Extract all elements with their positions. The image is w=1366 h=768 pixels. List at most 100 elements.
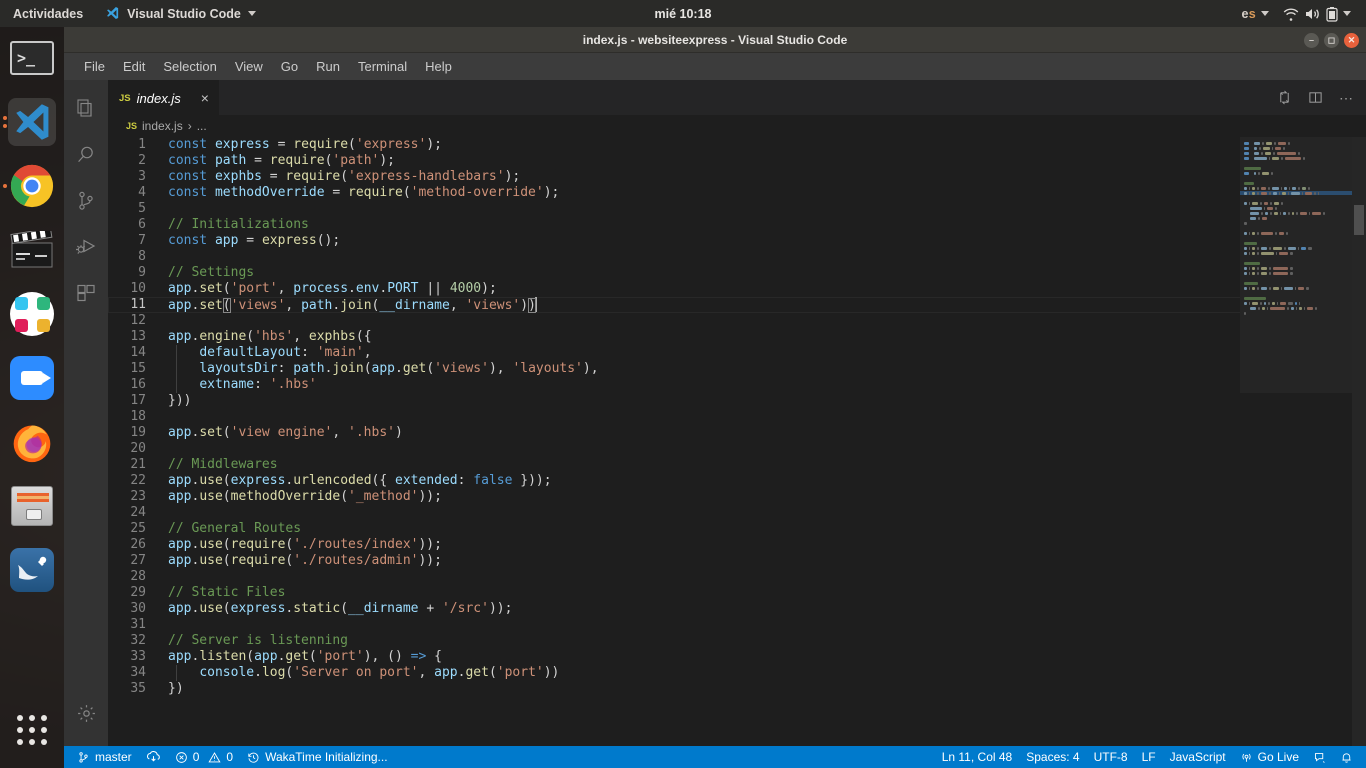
sidebar-item-extensions[interactable] (64, 270, 108, 316)
code-line[interactable]: 26 app.use(require('./routes/index')); (108, 537, 1366, 553)
status-eol[interactable]: LF (1135, 746, 1163, 768)
code-line[interactable]: 14 defaultLayout: 'main', (108, 345, 1366, 361)
code-line[interactable]: 20 (108, 441, 1366, 457)
sidebar-item-manage[interactable] (64, 690, 108, 736)
sidebar-item-explorer[interactable] (64, 86, 108, 132)
menu-view[interactable]: View (226, 57, 272, 76)
dock-item-zoom[interactable] (8, 354, 56, 402)
dock-item-google-chrome[interactable] (3, 162, 56, 210)
status-bar: master 0 0 WakaTime Initializing... Ln 1… (64, 746, 1366, 768)
code-line[interactable]: 19 app.set('view engine', '.hbs') (108, 425, 1366, 441)
status-indentation[interactable]: Spaces: 4 (1019, 746, 1086, 768)
code-line[interactable]: 29 // Static Files (108, 585, 1366, 601)
maximize-button[interactable]: ◻ (1324, 32, 1339, 48)
layout-icon[interactable] (1308, 90, 1323, 105)
code-line[interactable]: 25 // General Routes (108, 521, 1366, 537)
code-editor[interactable]: 1 const express = require('express'); 2 con… (108, 137, 1366, 746)
code-line[interactable]: 5 (108, 201, 1366, 217)
code-line[interactable]: 24 (108, 505, 1366, 521)
sidebar-item-search[interactable] (64, 132, 108, 178)
code-line[interactable]: 7 const app = express(); (108, 233, 1366, 249)
source-control-icon (74, 189, 98, 213)
editor-vertical-scrollbar[interactable] (1352, 137, 1366, 746)
minimize-button[interactable]: – (1304, 32, 1319, 48)
split-editor-icon[interactable] (1277, 90, 1292, 105)
status-language-mode[interactable]: JavaScript (1163, 746, 1233, 768)
line-content: app.listen(app.get('port'), () => { (168, 649, 442, 664)
dock-item-firefox[interactable] (8, 418, 56, 466)
menu-go[interactable]: Go (272, 57, 307, 76)
code-line[interactable]: 23 app.use(methodOverride('_method')); (108, 489, 1366, 505)
system-status-area[interactable] (1276, 6, 1358, 22)
code-line[interactable]: 32 // Server is listenning (108, 633, 1366, 649)
code-line[interactable]: 4 const methodOverride = require('method-… (108, 185, 1366, 201)
dock-item-files[interactable] (8, 482, 56, 530)
indent-guide (176, 665, 177, 681)
code-line[interactable]: 22 app.use(express.urlencoded({ extended:… (108, 473, 1366, 489)
status-wakatime[interactable]: WakaTime Initializing... (240, 746, 394, 768)
code-line[interactable]: 33 app.listen(app.get('port'), () => { (108, 649, 1366, 665)
code-line[interactable]: 8 (108, 249, 1366, 265)
breadcrumb-more[interactable]: ... (197, 119, 207, 133)
code-line[interactable]: 27 app.use(require('./routes/admin')); (108, 553, 1366, 569)
code-line[interactable]: 11 app.set('views', path.join(__dirname, … (108, 296, 1366, 313)
menu-terminal[interactable]: Terminal (349, 57, 416, 76)
status-cursor-position[interactable]: Ln 11, Col 48 (935, 746, 1020, 768)
code-line[interactable]: 31 (108, 617, 1366, 633)
code-line[interactable]: 28 (108, 569, 1366, 585)
code-line[interactable]: 2 const path = require('path'); (108, 153, 1366, 169)
code-line[interactable]: 10 app.set('port', process.env.PORT || 40… (108, 281, 1366, 297)
code-line[interactable]: 16 extname: '.hbs' (108, 377, 1366, 393)
dock-item-slack[interactable] (8, 290, 56, 338)
status-go-live[interactable]: Go Live (1233, 746, 1306, 768)
close-button[interactable]: ✕ (1344, 32, 1359, 48)
minimap-slider[interactable] (1240, 137, 1352, 393)
dock-item-terminal[interactable]: >_ (8, 34, 56, 82)
code-line[interactable]: 12 (108, 313, 1366, 329)
code-line[interactable]: 21 // Middlewares (108, 457, 1366, 473)
sidebar-item-source-control[interactable] (64, 178, 108, 224)
status-sync[interactable] (139, 746, 168, 768)
show-applications-button[interactable] (8, 706, 56, 754)
status-encoding[interactable]: UTF-8 (1087, 746, 1135, 768)
dock-item-video-editor[interactable] (8, 226, 56, 274)
code-line[interactable]: 1 const express = require('express'); (108, 137, 1366, 153)
menu-edit[interactable]: Edit (114, 57, 154, 76)
code-line[interactable]: 30 app.use(express.static(__dirname + '/s… (108, 601, 1366, 617)
code-line[interactable]: 13 app.engine('hbs', exphbs({ (108, 329, 1366, 345)
keyboard-layout-indicator[interactable]: es (1234, 7, 1276, 21)
code-line[interactable]: 17})) (108, 393, 1366, 409)
menu-selection[interactable]: Selection (154, 57, 225, 76)
line-number: 14 (130, 345, 146, 360)
status-problems[interactable]: 0 0 (168, 746, 240, 768)
code-line[interactable]: 9 // Settings (108, 265, 1366, 281)
code-line[interactable]: 35}) (108, 681, 1366, 697)
more-actions-icon[interactable]: ⋯ (1339, 91, 1354, 105)
dock-item-visual-studio-code[interactable] (3, 98, 56, 146)
menu-file[interactable]: File (75, 57, 114, 76)
tab-index-js[interactable]: JS index.js × (108, 80, 219, 115)
app-menu-button[interactable]: Visual Studio Code (96, 0, 265, 27)
code-line[interactable]: 6 // Initializations (108, 217, 1366, 233)
keyboard-layout-label: es (1241, 6, 1256, 21)
code-line[interactable]: 18 (108, 409, 1366, 425)
code-lines[interactable]: 1 const express = require('express'); 2 con… (108, 137, 1366, 697)
vscode-icon (105, 6, 120, 21)
code-line[interactable]: 15 layoutsDir: path.join(app.get('views'… (108, 361, 1366, 377)
close-icon[interactable]: × (201, 91, 209, 105)
scrollbar-thumb[interactable] (1354, 205, 1364, 235)
status-branch[interactable]: master (70, 746, 139, 768)
status-notifications[interactable] (1333, 746, 1360, 768)
error-icon (175, 751, 188, 764)
code-line[interactable]: 3 const exphbs = require('express-handleb… (108, 169, 1366, 185)
activities-button[interactable]: Actividades (0, 0, 96, 27)
status-feedback[interactable] (1306, 746, 1333, 768)
breadcrumb-file[interactable]: index.js (142, 119, 183, 133)
line-content: app.set('views', path.join(__dirname, 'v… (168, 296, 537, 313)
minimap[interactable] (1240, 137, 1352, 746)
menu-help[interactable]: Help (416, 57, 461, 76)
dock-item-mysql-workbench[interactable] (8, 546, 56, 594)
sidebar-item-run-debug[interactable] (64, 224, 108, 270)
menu-run[interactable]: Run (307, 57, 349, 76)
code-line[interactable]: 34 console.log('Server on port', app.get… (108, 665, 1366, 681)
